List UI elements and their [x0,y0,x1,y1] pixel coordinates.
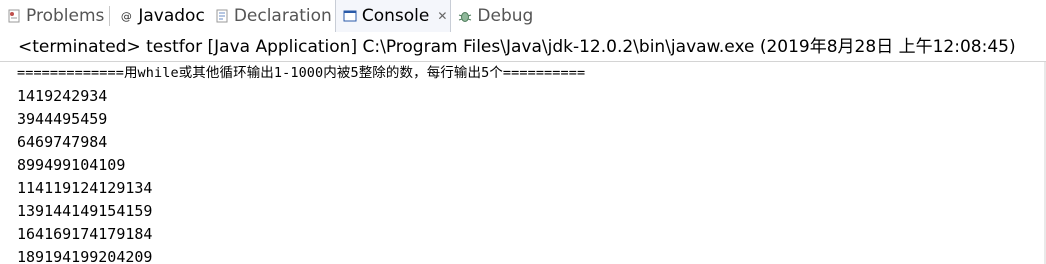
tab-debug-label: Debug [477,6,534,26]
console-output[interactable]: =============用while或其他循环输出1-1000内被5整除的数，… [0,62,1046,264]
tab-javadoc[interactable]: @ Javadoc [112,0,207,32]
tab-problems-label: Problems [26,6,105,26]
console-process-status: <terminated> testfor [Java Application] … [0,32,1046,62]
problems-icon [6,8,22,24]
tab-problems[interactable]: Problems [0,0,107,32]
console-line: 114119124129134 [17,179,153,197]
console-line: 6469747984 [17,133,108,151]
console-line: 189194199204209 [17,248,153,264]
tab-console[interactable]: Console ✕ [334,0,452,32]
console-line: 899499104109 [17,156,126,174]
close-icon[interactable]: ✕ [437,9,447,23]
view-tab-bar: Problems @ Javadoc Declaration Console ✕ [0,0,1046,32]
tab-declaration[interactable]: Declaration [208,0,335,32]
tab-console-label: Console [361,6,430,26]
declaration-icon [214,8,230,24]
tab-divider [109,6,111,26]
tab-javadoc-label: Javadoc [138,6,205,26]
javadoc-icon: @ [120,9,132,23]
console-icon [342,8,358,24]
debug-icon [457,8,473,24]
tab-declaration-label: Declaration [233,6,332,26]
console-line: 164169174179184 [17,225,153,243]
tab-debug[interactable]: Debug [451,0,536,32]
console-line: 3944495459 [17,110,108,128]
console-line: 139144149154159 [17,202,153,220]
console-line: 1419242934 [17,87,108,105]
console-line: =============用while或其他循环输出1-1000内被5整除的数，… [17,65,586,81]
